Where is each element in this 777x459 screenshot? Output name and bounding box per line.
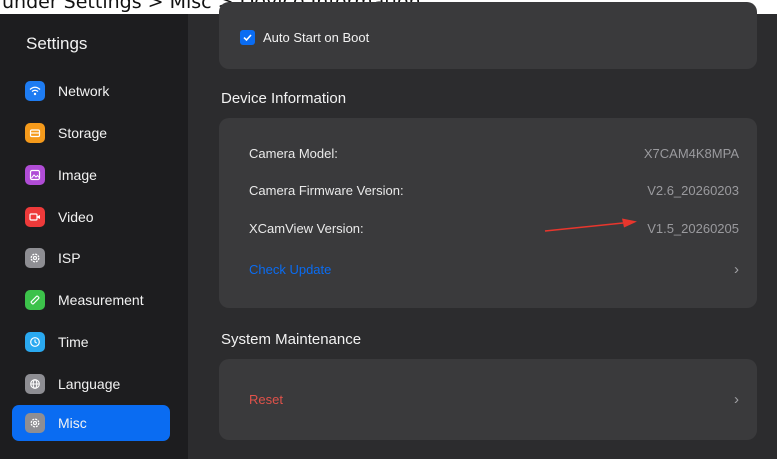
sidebar-title: Settings [26,34,88,53]
maintenance-title: System Maintenance [221,331,362,348]
info-key: Camera Model: [249,145,338,161]
sidebar: Settings Network Storage Image Video ISP… [0,14,188,459]
sidebar-item-storage[interactable]: Storage [12,115,170,151]
video-icon [25,207,45,227]
sidebar-item-label: ISP [58,250,81,266]
auto-start-label: Auto Start on Boot [263,30,370,45]
annotation-arrow-icon [544,218,637,232]
device-info-title: Device Information [221,90,347,107]
sidebar-item-image[interactable]: Image [12,157,170,193]
chevron-right-icon: › [734,390,739,408]
main-panel: Auto Start on Boot Device Information Ca… [188,2,777,459]
wifi-icon [25,81,45,101]
info-row-firmware: Camera Firmware Version: V2.6_20260203 [249,180,739,200]
device-info-card: Camera Model: X7CAM4K8MPA Camera Firmwar… [219,118,757,308]
sidebar-item-label: Network [58,83,110,99]
auto-start-option[interactable]: Auto Start on Boot [240,30,369,45]
checkbox-checked-icon[interactable] [240,30,255,45]
info-key: XCamView Version: [249,220,364,236]
storage-icon [25,123,45,143]
info-row-camera-model: Camera Model: X7CAM4K8MPA [249,143,739,163]
sidebar-item-label: Misc [58,415,87,431]
chevron-right-icon: › [734,260,739,278]
sidebar-item-label: Measurement [58,292,144,308]
ruler-icon [25,290,45,310]
sidebar-item-network[interactable]: Network [12,73,170,109]
sidebar-item-label: Video [58,209,94,225]
clock-icon [25,332,45,352]
info-value: V1.5_20260205 [647,220,739,236]
reset-link[interactable]: Reset [249,392,283,407]
sidebar-item-language[interactable]: Language [12,366,170,402]
gear-icon [25,248,45,268]
info-key: Camera Firmware Version: [249,182,404,198]
sidebar-item-label: Image [58,167,97,183]
sidebar-item-misc[interactable]: Misc [12,405,170,441]
info-value: V2.6_20260203 [647,182,739,198]
reset-row[interactable]: Reset › [249,389,739,409]
sidebar-item-measurement[interactable]: Measurement [12,282,170,318]
globe-icon [25,374,45,394]
sidebar-item-isp[interactable]: ISP [12,240,170,276]
sidebar-item-label: Storage [58,125,108,141]
sidebar-item-label: Language [58,376,121,392]
check-update-row[interactable]: Check Update › [249,259,739,279]
info-value: X7CAM4K8MPA [643,145,739,161]
info-row-xcamview: XCamView Version: V1.5_20260205 [249,218,739,238]
settings-window: Settings Network Storage Image Video ISP… [0,2,777,459]
maintenance-card: Reset › [219,359,757,440]
image-icon [25,165,45,185]
general-card: Auto Start on Boot [219,2,757,69]
sidebar-item-video[interactable]: Video [12,199,170,235]
gear-icon [25,413,45,433]
check-update-link[interactable]: Check Update [249,262,331,277]
sidebar-item-label: Time [58,334,89,350]
sidebar-item-time[interactable]: Time [12,324,170,360]
